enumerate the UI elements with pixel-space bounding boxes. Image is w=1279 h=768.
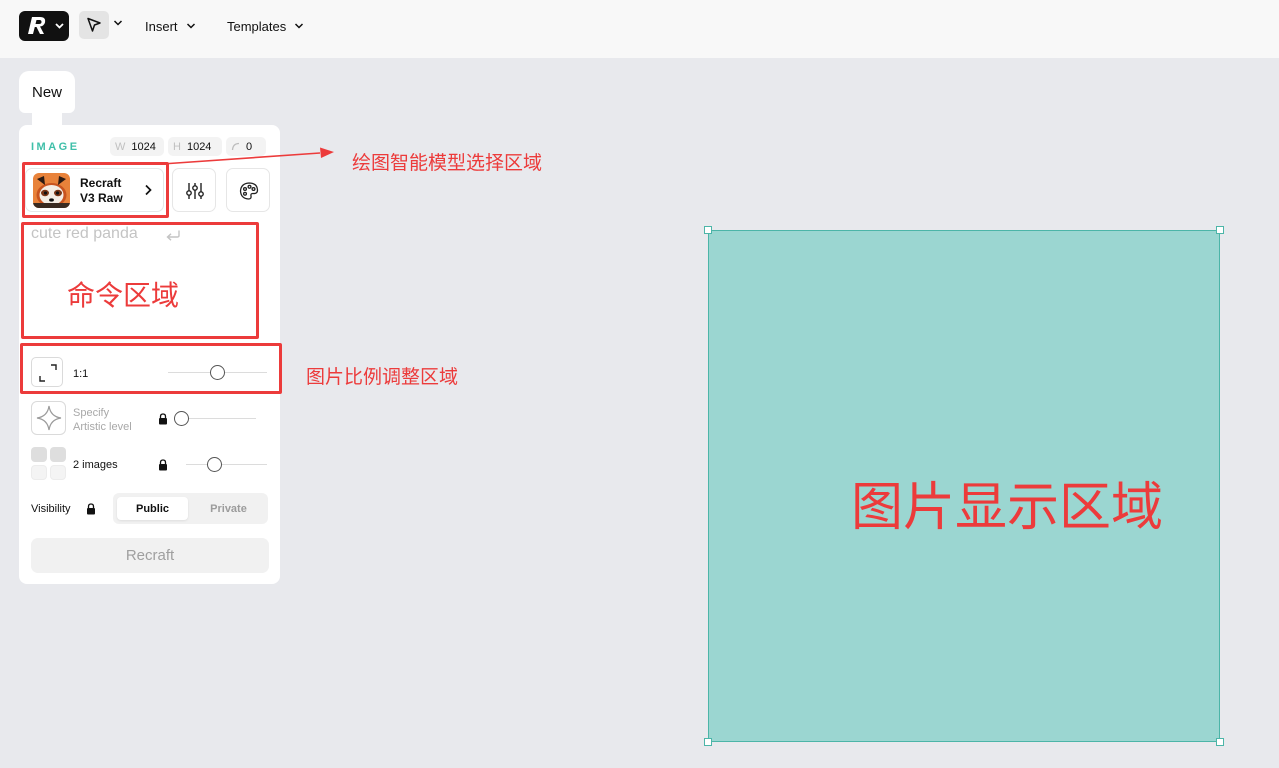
image-count-slider-thumb[interactable]: [206, 457, 222, 472]
recraft-generate-button[interactable]: Recraft: [31, 538, 269, 573]
image-type-label[interactable]: IMAGE: [31, 141, 80, 153]
image-count-label: 2 images: [73, 459, 118, 471]
palette-icon: [239, 182, 259, 200]
insert-menu[interactable]: Insert: [145, 17, 196, 35]
width-value: 1024: [131, 140, 156, 153]
artistic-level-button[interactable]: [31, 401, 66, 435]
recraft-logo-icon: [28, 17, 64, 34]
advanced-settings-button[interactable]: [172, 168, 216, 212]
visibility-label: Visibility: [31, 503, 71, 515]
artistic-level-label: Specify Artistic level: [73, 406, 153, 434]
visibility-toggle: Public Private: [113, 493, 268, 524]
templates-menu-label: Templates: [227, 18, 287, 34]
annotation-command-area: 命令区域: [67, 280, 180, 311]
style-palette-button[interactable]: [226, 168, 270, 212]
visibility-public-option[interactable]: Public: [117, 497, 188, 520]
chevron-down-icon: [295, 23, 304, 29]
chevron-down-icon: [186, 23, 195, 29]
top-toolbar: Insert Templates: [0, 0, 1279, 58]
app-logo-menu-button[interactable]: [19, 11, 69, 41]
annotation-arrow-icon: [161, 147, 334, 165]
lock-icon: [159, 459, 167, 471]
sparkle-star-icon: [36, 405, 62, 431]
tool-dropdown-chevron-icon[interactable]: [113, 19, 123, 27]
annotation-model-area: 绘图智能模型选择区域: [352, 153, 543, 174]
annotation-ratio-area: 图片比例调整区域: [306, 367, 459, 388]
insert-menu-label: Insert: [145, 18, 178, 34]
image-count-slider-track[interactable]: [186, 464, 267, 465]
chevron-down-icon: [55, 23, 64, 29]
width-key: W: [115, 140, 126, 153]
tab-new[interactable]: New: [19, 71, 75, 113]
width-input[interactable]: W 1024: [110, 137, 164, 156]
artistic-level-line2: Artistic level: [73, 421, 132, 433]
image-count-icon: [31, 447, 67, 481]
sliders-icon: [186, 183, 204, 199]
artistic-level-line1: Specify: [73, 407, 110, 419]
annotation-box-model: [22, 162, 169, 218]
lock-icon: [159, 413, 167, 425]
annotation-box-ratio: [20, 343, 282, 394]
resize-handle-top-right[interactable]: [1216, 226, 1224, 234]
resize-handle-bottom-right[interactable]: [1216, 738, 1224, 746]
artistic-level-slider-thumb[interactable]: [174, 411, 189, 426]
resize-handle-top-left[interactable]: [704, 226, 712, 234]
templates-menu[interactable]: Templates: [227, 17, 304, 35]
visibility-private-option[interactable]: Private: [193, 497, 264, 520]
annotation-image-area: 图片显示区域: [851, 479, 1164, 537]
cursor-arrow-icon: [87, 17, 101, 32]
lock-icon: [87, 503, 95, 515]
select-tool-button[interactable]: [79, 11, 109, 39]
resize-handle-bottom-left[interactable]: [704, 738, 712, 746]
